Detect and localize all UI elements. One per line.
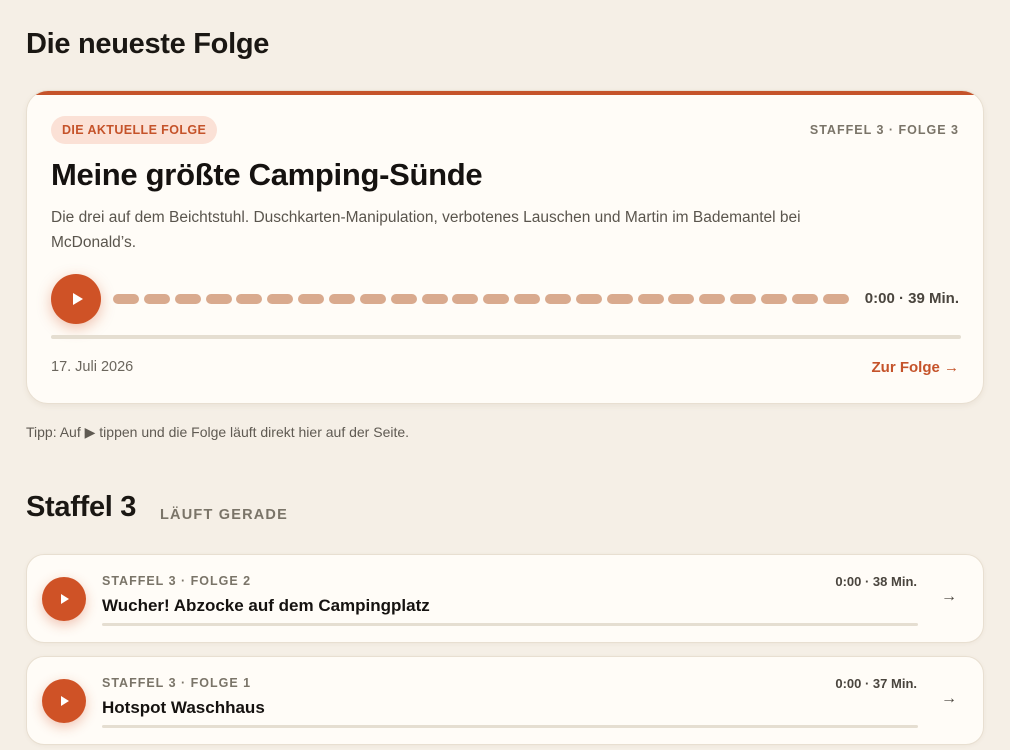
episode-card[interactable]: STAFFEL 3 · FOLGE 1 0:00 · 37 Min. Hotsp… <box>26 656 984 745</box>
tip-text: Tipp: Auf ▶ tippen und die Folge läuft d… <box>26 424 410 440</box>
waveform-segment <box>359 294 386 304</box>
waveform-segment <box>514 294 541 304</box>
episode-link[interactable]: Zur Folge → <box>872 359 960 376</box>
season-heading: Staffel 3 <box>26 491 137 523</box>
play-button[interactable] <box>42 679 86 723</box>
play-icon <box>61 594 69 604</box>
play-icon <box>72 293 83 305</box>
waveform-segment <box>575 294 602 304</box>
season-status: LÄUFT GERADE <box>160 507 288 523</box>
episode-title: Wucher! Abzocke auf dem Campingplatz <box>102 596 430 615</box>
waveform-segment <box>761 294 788 304</box>
episode-title: Hotspot Waschhaus <box>102 698 265 717</box>
episode-description: Die drei auf dem Beichtstuhl. Duschkarte… <box>51 209 801 251</box>
waveform-segment <box>791 294 818 304</box>
waveform-segment <box>329 294 356 304</box>
waveform-segment <box>822 294 849 304</box>
waveform-segment <box>452 294 479 304</box>
waveform-segment <box>205 294 232 304</box>
arrow-right-icon[interactable]: → <box>941 588 957 606</box>
episode-time: 0:00 · 39 Min. <box>864 290 959 307</box>
waveform-segment <box>699 294 726 304</box>
waveform-segment <box>174 294 201 304</box>
play-button[interactable] <box>42 577 86 621</box>
play-button[interactable] <box>51 274 101 324</box>
waveform-segment <box>483 294 510 304</box>
waveform-segment <box>668 294 695 304</box>
episode-meta: STAFFEL 3 · FOLGE 1 <box>102 676 252 690</box>
progress-bar[interactable] <box>102 725 918 728</box>
waveform-segment <box>298 294 325 304</box>
waveform-seekbar[interactable] <box>113 294 849 304</box>
waveform-segment <box>113 294 139 304</box>
arrow-right-icon[interactable]: → <box>941 690 957 708</box>
episode-meta: STAFFEL 3 · FOLGE 2 <box>102 574 252 588</box>
play-icon <box>61 696 69 706</box>
episode-time: 0:00 · 38 Min. <box>835 574 917 589</box>
waveform-segment <box>637 294 664 304</box>
progress-bar[interactable] <box>51 335 961 339</box>
waveform-segment <box>267 294 294 304</box>
latest-heading: Die neueste Folge <box>26 28 270 60</box>
current-episode-badge: DIE AKTUELLE FOLGE <box>51 116 218 144</box>
waveform-segment <box>606 294 633 304</box>
waveform-segment <box>236 294 263 304</box>
progress-bar[interactable] <box>102 623 918 626</box>
episode-date: 17. Juli 2026 <box>51 359 134 375</box>
waveform-segment <box>545 294 572 304</box>
episode-card[interactable]: STAFFEL 3 · FOLGE 2 0:00 · 38 Min. Wuche… <box>26 554 984 643</box>
episode-meta: STAFFEL 3 · FOLGE 3 <box>809 123 959 137</box>
waveform-segment <box>730 294 757 304</box>
waveform-segment <box>390 294 417 304</box>
featured-episode-card: DIE AKTUELLE FOLGE STAFFEL 3 · FOLGE 3 M… <box>26 90 984 404</box>
episode-title: Meine größte Camping-Sünde <box>51 157 483 192</box>
episode-time: 0:00 · 37 Min. <box>835 676 917 691</box>
waveform-segment <box>421 294 448 304</box>
waveform-segment <box>143 294 170 304</box>
